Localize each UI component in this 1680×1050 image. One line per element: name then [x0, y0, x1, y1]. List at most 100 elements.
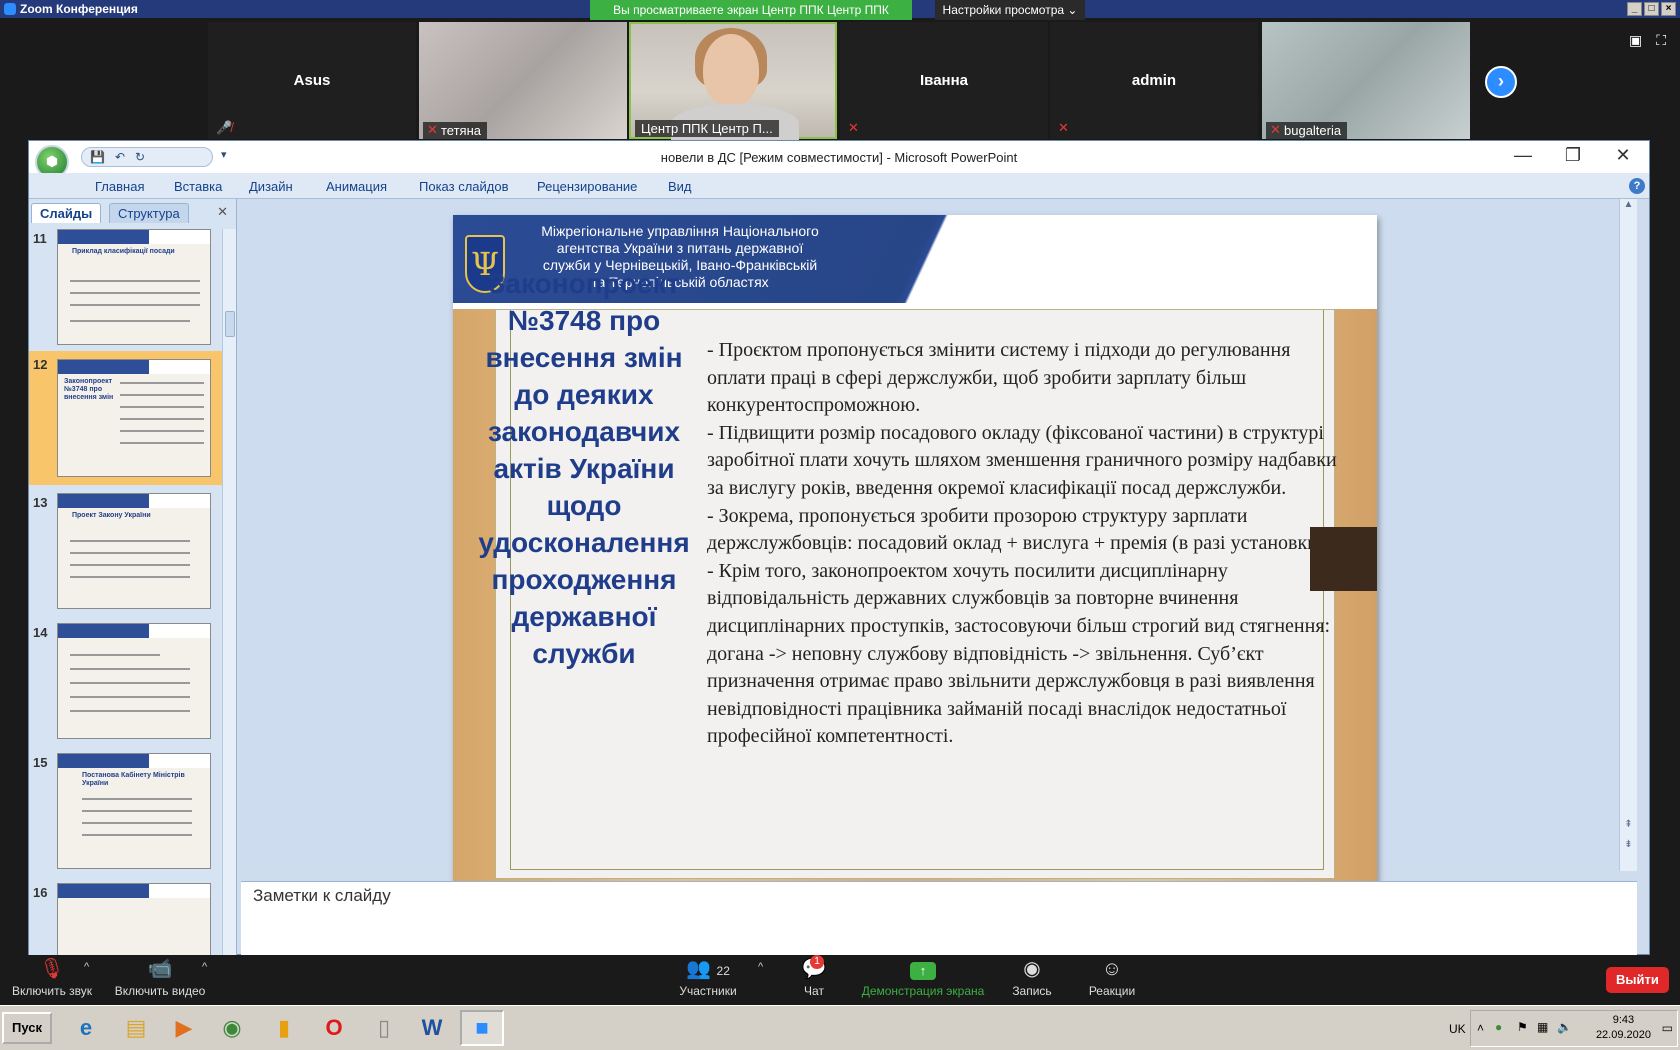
participant-name: bugalteria [1284, 123, 1342, 138]
reactions-button[interactable]: ☺ Реакции [1082, 955, 1142, 1005]
fullscreen-icon[interactable]: ⛶ [1656, 32, 1666, 49]
media-player-icon[interactable]: ▶ [162, 1010, 206, 1046]
show-desktop-icon[interactable]: ▭ [1662, 1021, 1673, 1035]
participant-face [703, 34, 759, 106]
next-participants-button[interactable]: › [1485, 66, 1517, 98]
clock-date: 22.09.2020 [1595, 1029, 1651, 1041]
scroll-up-icon[interactable]: ▲ [1620, 199, 1637, 210]
thumb-line [82, 810, 192, 812]
help-icon[interactable]: ? [1629, 178, 1645, 194]
opera-icon[interactable]: O [312, 1010, 356, 1046]
file-explorer-icon[interactable]: ▤ [114, 1010, 158, 1046]
participant-tile[interactable]: admin ✕ [1050, 22, 1258, 139]
participant-tile[interactable]: Іванна ✕ [840, 22, 1048, 139]
thumb-line [70, 710, 190, 712]
participant-tile[interactable]: ✕ тетяна [419, 22, 627, 139]
org-line: Міжрегіональне управління Національного [541, 223, 819, 239]
chrome-icon[interactable]: ◉ [210, 1010, 254, 1046]
tray-flag-icon[interactable]: ⚑ [1517, 1020, 1528, 1034]
slide-thumbnail[interactable]: 11 Приклад класифікації посади [29, 225, 236, 351]
notepad-icon[interactable]: ▯ [362, 1010, 406, 1046]
thumb-line [82, 798, 192, 800]
tab-slideshow[interactable]: Показ слайдов [419, 179, 509, 194]
next-slide-icon[interactable]: ⇟ [1620, 839, 1637, 850]
video-options-icon[interactable]: ^ [202, 961, 207, 973]
slide-thumbnail[interactable]: 15 Постанова Кабінету Міністрів України [29, 749, 236, 875]
chat-button[interactable]: 💬 1 Чат [788, 955, 840, 1005]
ppt-window-controls: — ❐ ✕ [1511, 145, 1635, 166]
close-button[interactable]: × [1661, 2, 1676, 16]
tray-app-icon[interactable]: ● [1495, 1020, 1502, 1034]
word-icon[interactable]: W [410, 1010, 454, 1046]
slides-pane-scrollbar[interactable] [222, 229, 236, 956]
slide-thumbnail-selected[interactable]: 12 Законопроект №3748 про внесення змін [29, 351, 236, 485]
record-button[interactable]: ◉ Запись [1006, 955, 1058, 1005]
tab-insert[interactable]: Вставка [174, 179, 222, 194]
slide-thumbnail-image: Постанова Кабінету Міністрів України [57, 753, 211, 869]
audio-options-icon[interactable]: ^ [84, 961, 89, 973]
clock[interactable]: 9:43 22.09.2020 [1596, 1013, 1651, 1043]
participants-button[interactable]: 👥 22 Участники [670, 955, 746, 1005]
close-button[interactable]: ✕ [1611, 145, 1635, 166]
slide-canvas[interactable]: Ψ Міжрегіональне управління Національног… [453, 215, 1377, 913]
mic-muted-icon: ✕ [848, 120, 859, 135]
participants-options-icon[interactable]: ^ [758, 961, 763, 973]
powerpoint-window: ⬢ 💾 ↶ ↻ ▾ новели в ДС [Режим совместимос… [28, 140, 1650, 956]
slide-paragraph: - Проєктом пропонується змінити систему … [707, 339, 1291, 417]
participant-video-tile[interactable]: Центр ППК Центр П... [629, 22, 837, 144]
tray-expand-icon[interactable]: ˄ [1477, 1021, 1484, 1035]
close-icon[interactable]: ✕ [217, 204, 228, 220]
scrollbar-thumb[interactable] [225, 311, 235, 337]
notes-pane[interactable]: Заметки к слайду [241, 881, 1637, 956]
share-screen-button[interactable]: ↑ Демонстрация экрана [858, 955, 988, 1005]
internet-explorer-icon[interactable]: e [64, 1010, 108, 1046]
participant-tile[interactable]: Asus 🎤̸ [208, 22, 416, 139]
maximize-button[interactable]: □ [1644, 2, 1659, 16]
tab-animation[interactable]: Анимация [326, 179, 387, 194]
prev-slide-icon[interactable]: ⇞ [1620, 819, 1637, 830]
volume-icon[interactable]: 🔈 [1557, 1020, 1572, 1034]
thumb-header [58, 624, 210, 638]
slide-thumbnail[interactable]: 13 Проект Закону України [29, 489, 236, 615]
start-video-button[interactable]: 📹 Включить видео [110, 955, 210, 1005]
leave-meeting-button[interactable]: Выйти [1606, 967, 1669, 993]
zoom-title-text: Zoom Конференция [20, 2, 138, 16]
tab-outline[interactable]: Структура [109, 203, 189, 223]
tab-slides[interactable]: Слайды [31, 203, 102, 223]
start-button[interactable]: Пуск [2, 1012, 52, 1044]
thumb-line [70, 668, 190, 670]
minimize-button[interactable]: _ [1627, 2, 1642, 16]
zoom-app-icon[interactable]: ■ [460, 1010, 504, 1046]
restore-button[interactable]: ❐ [1561, 145, 1585, 166]
slide-thumbnail[interactable]: 14 [29, 619, 236, 745]
participant-tile[interactable]: ✕ bugalteria [1262, 22, 1470, 139]
participant-name: Asus [293, 72, 331, 89]
network-icon[interactable]: ▦ [1537, 1020, 1548, 1034]
language-indicator[interactable]: UK [1449, 1022, 1466, 1036]
ribbon-tabs: Главная Вставка Дизайн Анимация Показ сл… [29, 173, 1649, 199]
tab-review[interactable]: Рецензирование [537, 179, 637, 194]
thumb-line [70, 292, 200, 294]
thumb-line [70, 552, 190, 554]
tab-design[interactable]: Дизайн [249, 179, 293, 194]
layout-icon[interactable]: ▣ [1629, 32, 1642, 49]
app-icon[interactable]: ▮ [262, 1010, 306, 1046]
slide-thumbnail[interactable]: 16 [29, 879, 236, 956]
view-options-button[interactable]: Настройки просмотра ⌄ [935, 0, 1085, 20]
zoom-logo-icon [4, 3, 16, 15]
tab-home[interactable]: Главная [95, 179, 144, 194]
thumb-line [120, 430, 204, 432]
slide-scrollbar[interactable]: ▲ ⇞ ⇟ [1619, 199, 1637, 871]
thumb-line [70, 320, 190, 322]
slide-thumbnail-image: Проект Закону України [57, 493, 211, 609]
slide-thumbnail-image: Законопроект №3748 про внесення змін [57, 359, 211, 477]
unmute-label: Включить звук [11, 984, 93, 998]
thumb-title: Законопроект №3748 про внесення змін [64, 378, 114, 401]
slide-thumbnail-image: Приклад класифікації посади [57, 229, 211, 345]
notes-placeholder: Заметки к слайду [253, 886, 391, 905]
tab-view[interactable]: Вид [668, 179, 692, 194]
minimize-button[interactable]: — [1511, 145, 1535, 166]
slide-text: - Проєктом пропонується змінити систему … [707, 337, 1347, 751]
participant-label: Центр ППК Центр П... [635, 120, 779, 137]
reactions-icon: ☺ [1101, 958, 1123, 980]
